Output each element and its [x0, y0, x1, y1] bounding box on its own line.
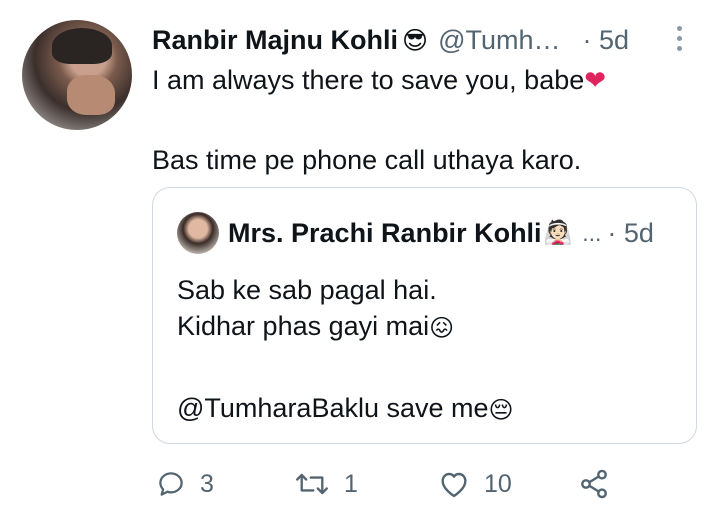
tweet[interactable]: Ranbir Majnu Kohli 😎 @Tumh… · 5d I am al… — [0, 0, 719, 510]
like-button[interactable]: 10 — [438, 462, 512, 506]
heart-icon — [441, 472, 467, 498]
quoted-author-name[interactable]: Mrs. Prachi Ranbir Kohli — [228, 218, 542, 249]
reply-icon — [159, 472, 183, 496]
share-button[interactable] — [578, 462, 610, 506]
bride-emoji-icon: 👰🏻 — [543, 219, 573, 246]
quoted-line: Sab ke sab pagal hai. — [177, 275, 437, 305]
avatar-hair — [52, 28, 112, 64]
quoted-line — [177, 344, 514, 380]
quoted-line: @TumharaBaklu save me😔 — [177, 393, 514, 424]
tweet-line: Bas time pe phone call uthaya karo. — [152, 145, 582, 175]
quoted-avatar[interactable] — [177, 212, 219, 254]
like-count: 10 — [484, 469, 512, 498]
tweet-timestamp[interactable]: · 5d — [583, 25, 630, 56]
retweet-icon — [296, 473, 328, 495]
quoted-timestamp[interactable]: · 5d — [607, 218, 654, 249]
author-handle[interactable]: @Tumh… — [438, 25, 560, 56]
quoted-header: Mrs. Prachi Ranbir Kohli 👰🏻 ... · 5d — [228, 214, 688, 252]
quoted-author-handle[interactable]: ... — [582, 220, 601, 247]
tweet-line — [152, 100, 692, 140]
more-options-icon[interactable] — [672, 24, 686, 54]
pensive-emoji-icon: 😔 — [488, 395, 514, 424]
avatar-hand — [67, 75, 115, 115]
retweet-button[interactable]: 1 — [294, 462, 358, 506]
quoted-text: Sab ke sab pagal hai. Kidhar phas gayi m… — [177, 272, 514, 426]
reply-button[interactable]: 3 — [156, 462, 214, 506]
tweet-text: I am always there to save you, babe❤ Bas… — [152, 60, 692, 180]
tweet-line: I am always there to save you, babe❤ — [152, 65, 607, 95]
reply-count: 3 — [200, 469, 214, 498]
retweet-count: 1 — [344, 469, 358, 498]
share-icon — [581, 469, 607, 499]
quoted-tweet[interactable]: Mrs. Prachi Ranbir Kohli 👰🏻 ... · 5d Sab… — [152, 187, 697, 444]
sunglasses-emoji-icon: 😎 — [402, 25, 429, 55]
avatar[interactable] — [22, 20, 132, 130]
tweet-header: Ranbir Majnu Kohli 😎 @Tumh… · 5d — [152, 22, 692, 58]
action-bar: 3 1 10 — [152, 462, 712, 506]
author-name[interactable]: Ranbir Majnu Kohli — [152, 25, 398, 56]
confounded-emoji-icon: 😖 — [429, 313, 455, 342]
heart-emoji-icon: ❤ — [584, 65, 607, 95]
quoted-line: Kidhar phas gayi mai😖 — [177, 311, 455, 342]
